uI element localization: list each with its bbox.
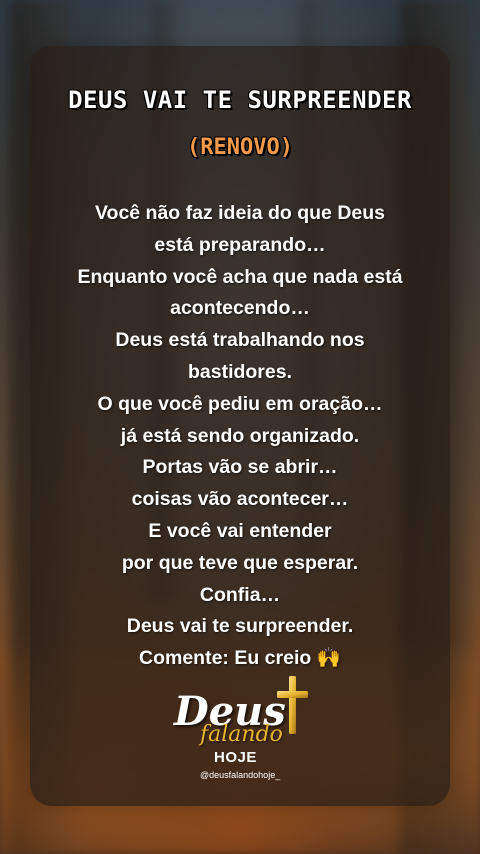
body-line: Deus está trabalhando nos [115, 329, 365, 352]
comment-prompt: Comente: Eu creio 🙌 [139, 647, 341, 670]
body-line: E você vai entender [148, 519, 332, 542]
body-line: Você não faz ideia do que Deus [94, 202, 386, 224]
body-line: já está sendo organizado. [120, 424, 360, 447]
body-line: O que você pediu em oração… [97, 392, 383, 415]
body-line: bastidores. [187, 360, 293, 383]
body-line: Enquanto você acha que nada está [77, 265, 403, 288]
post-subtitle: (RENOVO) [187, 135, 293, 160]
body-line: Confia… [199, 583, 281, 606]
body-line: coisas vão acontecer… [131, 488, 349, 511]
logo-word-falando: falando [200, 722, 283, 747]
body-line: está preparando… [154, 233, 326, 256]
body-line: acontecendo… [170, 297, 310, 320]
body-line: Deus vai te surpreender. [126, 615, 354, 638]
logo-word-hoje: HOJE [214, 749, 257, 766]
brand-logo: Deus falando HOJE @deusfalandohoje_ [160, 676, 320, 788]
post-body: Você não faz ideia do que Deus está prep… [30, 198, 450, 675]
post-title: DEUS VAI TE SURPREENDER [68, 86, 412, 114]
body-line: por que teve que esperar. [121, 551, 359, 574]
body-line: Portas vão se abrir… [142, 456, 338, 479]
logo-handle: @deusfalandohoje_ [200, 770, 281, 780]
